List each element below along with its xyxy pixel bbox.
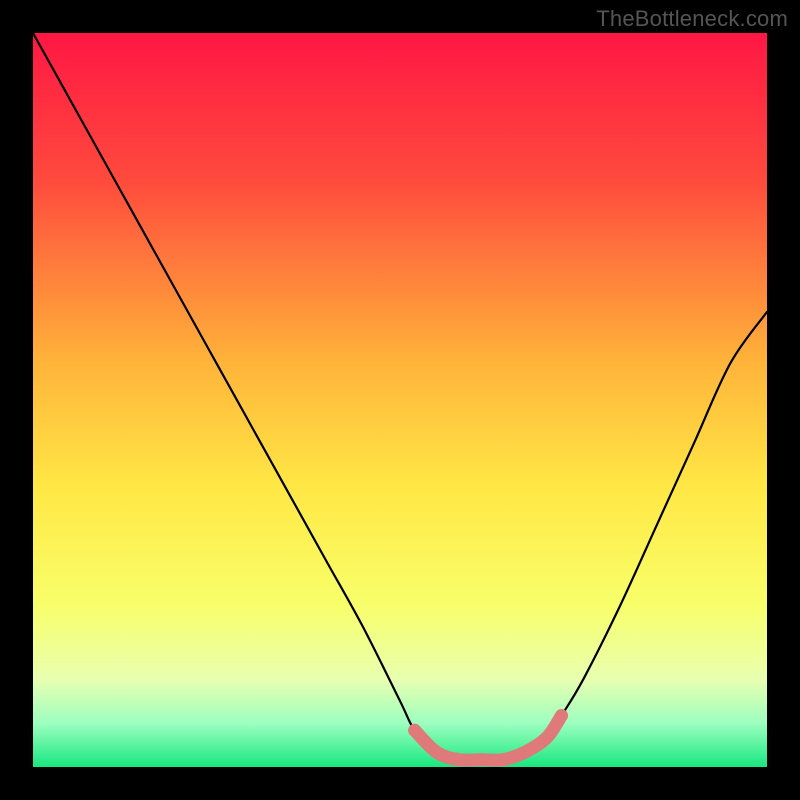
chart-frame: TheBottleneck.com	[0, 0, 800, 800]
highlight-dot-end	[555, 709, 568, 722]
bottleneck-chart	[0, 0, 800, 800]
highlight-dot-start	[408, 724, 421, 737]
plot-gradient-background	[33, 33, 767, 767]
